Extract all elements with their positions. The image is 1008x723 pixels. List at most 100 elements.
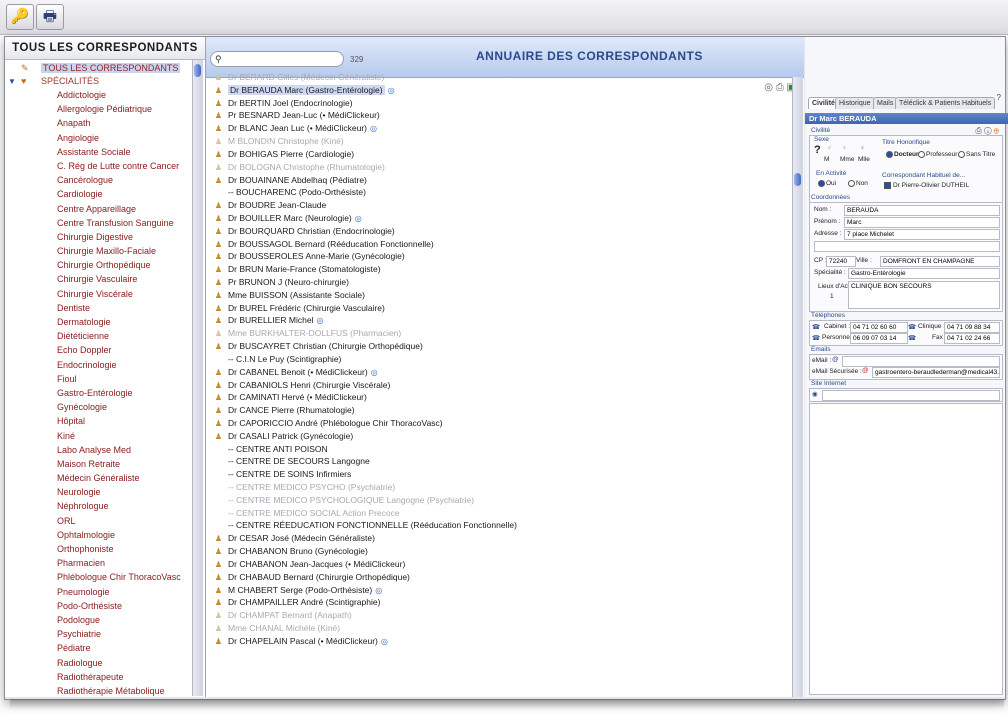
correspondent-row[interactable]: ♟ Dr BLANC Jean Luc (• MédiClickeur) ◎ [212,122,794,135]
correspondent-row[interactable]: ♟ M CHABERT Serge (Podo-Orthésiste) ◎ [212,584,794,597]
directory-scrollbar[interactable] [792,77,803,697]
specialty-item[interactable]: Centre Transfusion Sanguine [5,216,191,230]
specialty-item[interactable]: Cancérologue [5,173,191,187]
correspondent-row[interactable]: ♟ Dr CAPORICCIO André (Phlébologue Chir T… [212,417,794,430]
tab-mails[interactable]: Mails [873,97,898,109]
correspondent-row[interactable]: ♟ Dr BERARD Gilles (Médecin Généraliste) [212,71,794,84]
correspondent-row[interactable]: ♟ Dr BUSCAYRET Christian (Chirurgie Ortho… [212,340,794,353]
correspondent-row[interactable]: -- CENTRE DE SECOURS Langogne [212,455,794,468]
sexe-mme[interactable]: Mme [840,156,854,163]
specialty-item[interactable]: Chirurgie Vasculaire [5,272,191,286]
specialty-item[interactable]: Hôpital [5,414,191,428]
clinique-field[interactable]: 04 71 09 88 34 [944,322,1000,333]
notes-area[interactable] [809,403,1003,695]
correspondent-row[interactable]: -- CENTRE MEDICO PSYCHOLOGIQUE Langogne … [212,494,794,507]
correspondent-row[interactable]: ♟ Dr CHABANON Jean-Jacques (• MédiClickeu… [212,558,794,571]
correspondent-row[interactable]: -- BOUCHARENC (Podo-Orthésiste) [212,186,794,199]
correspondent-row[interactable]: ♟ Dr BOUDRE Jean-Claude [212,199,794,212]
lieux-field[interactable]: CLINIQUE BON SECOURS [848,281,1000,309]
info-icon[interactable]: ⓘ [984,126,991,135]
specialty-item[interactable]: Diététicienne [5,329,191,343]
correspondent-row[interactable]: ♟ Dr CANCE Pierre (Rhumatologie) [212,404,794,417]
scroll-thumb[interactable] [194,64,201,77]
tab-teleclick[interactable]: Téléclick & Patients Habituels [895,97,996,109]
correspondent-row[interactable]: ♟ Dr BOUAINANE Abdelhaq (Pédiatre) [212,174,794,187]
specialty-item[interactable]: Cardiologie [5,187,191,201]
key-icon[interactable]: 🔑 [6,4,34,30]
female-icon[interactable]: ♀ [842,145,847,152]
specialty-item[interactable]: Gastro-Entérologie [5,386,191,400]
specialty-item[interactable]: Orthophoniste [5,542,191,556]
tree-group-specialites[interactable]: ▼ ♥ SPÉCIALITÉS [5,75,191,88]
titre-sans-titre[interactable]: Sans Titre [958,151,995,158]
correspondent-row[interactable]: -- CENTRE RÉEDUCATION FONCTIONNELLE (Réé… [212,519,794,532]
correspondent-row[interactable]: ♟ Dr BOURQUARD Christian (Endocrinologie) [212,225,794,238]
specialty-item[interactable]: Endocrinologie [5,358,191,372]
disclosure-triangle-icon[interactable]: ▼ [8,75,16,88]
specialty-item[interactable]: Fioul [5,372,191,386]
correspondent-row[interactable]: ♟ Mme BUISSON (Assistante Sociale) [212,289,794,302]
adresse-line2[interactable] [814,241,1000,252]
add-icon[interactable]: ⊕ [994,126,999,135]
print-icon[interactable]: ⎙ [975,126,981,135]
adresse-field[interactable]: 7 place Michelet [844,229,1000,240]
specialty-item[interactable]: Anapath [5,116,191,130]
correspondent-row[interactable]: ♟ Dr BOHIGAS Pierre (Cardiologie) [212,148,794,161]
specialty-item[interactable]: Pharmacien [5,556,191,570]
cabinet-field[interactable]: 04 71 02 60 60 [850,322,908,333]
email-secure-field[interactable]: gastroentero-beraudlederman@medical43.ap… [872,367,1000,378]
site-field[interactable] [822,390,1000,401]
nom-field[interactable]: BERAUDA [844,205,1000,216]
specialty-item[interactable]: Kiné [5,429,191,443]
specialty-item[interactable]: Centre Appareillage [5,202,191,216]
specialty-item[interactable]: Allergologie Pédiatrique [5,102,191,116]
specialty-item[interactable]: Assistante Sociale [5,145,191,159]
specialty-item[interactable]: Gynécologie [5,400,191,414]
specialty-item[interactable]: Neurologie [5,485,191,499]
specialty-item[interactable]: C. Rég de Lutte contre Cancer [5,159,191,173]
perso-field[interactable]: 06 09 07 03 14 [850,333,908,344]
correspondent-row[interactable]: ♟ Dr CAMINATI Hervé (• MédiClickeur) [212,391,794,404]
correspondent-row[interactable]: ♟ Dr CABANIOLS Henri (Chirurgie Viscérale… [212,379,794,392]
correspondent-row[interactable]: ♟ Dr CHABANON Bruno (Gynécologie) [212,545,794,558]
prenom-field[interactable]: Marc [844,217,1000,228]
correspondent-row[interactable]: ♟ Dr BOUSSEROLES Anne-Marie (Gynécologie) [212,250,794,263]
sexe-mlle[interactable]: Mlle [858,156,870,163]
correspondent-row[interactable]: ♟ Dr CHABAUD Bernard (Chirurgie Orthopédi… [212,571,794,584]
correspondent-row[interactable]: ♟ Dr BERTIN Joel (Endocrinologie) [212,97,794,110]
activite-non[interactable]: Non [848,180,868,187]
specialty-item[interactable]: Dentiste [5,301,191,315]
specialty-item[interactable]: Médecin Généraliste [5,471,191,485]
correspondent-row[interactable]: ♟ Dr CHAMPAT Bernard (Anapath) [212,609,794,622]
correspondent-row[interactable]: ♟ Mme BURKHALTER-DOLLFUS (Pharmacien) [212,327,794,340]
print-icon[interactable]: 🖶 [36,4,64,30]
specialty-item[interactable]: Psychiatrie [5,627,191,641]
specialty-item[interactable]: Podo-Orthésiste [5,599,191,613]
correspondent-row[interactable]: ♟ Dr BOUILLER Marc (Neurologie) ◎ [212,212,794,225]
specialty-scrollbar[interactable] [192,60,203,696]
correspondent-row[interactable]: ♟ Dr CHAMPAILLER André (Scintigraphie) [212,596,794,609]
spec-select[interactable]: Gastro-Entérologie [848,268,1000,279]
correspondent-row[interactable]: ♟ Pr BESNARD Jean-Luc (• MédiClickeur) [212,109,794,122]
specialty-item[interactable]: Radiothérapie Métabolique [5,684,191,696]
specialty-item[interactable]: Pédiatre [5,641,191,655]
specialty-item[interactable]: Angiologie [5,131,191,145]
titre-professeur[interactable]: Professeur [918,151,957,158]
correspondent-row[interactable]: ♟ Dr BERAUDA Marc (Gastro-Entérologie) ◎ [212,84,794,97]
correspondent-row[interactable]: ♟ Dr BUREL Frédéric (Chirurgie Vasculaire… [212,302,794,315]
corresp-checkbox[interactable]: Dr Pierre-Olivier DUTHEIL [884,182,969,189]
correspondent-row[interactable]: -- CENTRE ANTI POISON [212,443,794,456]
male-icon[interactable]: ♂ [827,145,832,152]
specialty-item[interactable]: Chirurgie Orthopédique [5,258,191,272]
unknown-sex-icon[interactable]: ? [814,144,821,156]
correspondent-row[interactable]: -- CENTRE MEDICO SOCIAL Action Precoce [212,507,794,520]
correspondent-row[interactable]: -- CENTRE MEDICO PSYCHO (Psychiatrie) [212,481,794,494]
tree-root[interactable]: ✎ TOUS LES CORRESPONDANTS [5,62,191,75]
specialty-item[interactable]: Podologue [5,613,191,627]
specialty-item[interactable]: Echo Doppler [5,343,191,357]
correspondent-row[interactable]: ♟ Dr CHAPELAIN Pascal (• MédiClickeur) ◎ [212,635,794,648]
email-field[interactable] [842,356,1000,367]
specialty-item[interactable]: Addictologie [5,88,191,102]
specialty-item[interactable]: Chirurgie Maxillo-Faciale [5,244,191,258]
ville-field[interactable]: DOMFRONT EN CHAMPAGNE [880,256,1000,267]
